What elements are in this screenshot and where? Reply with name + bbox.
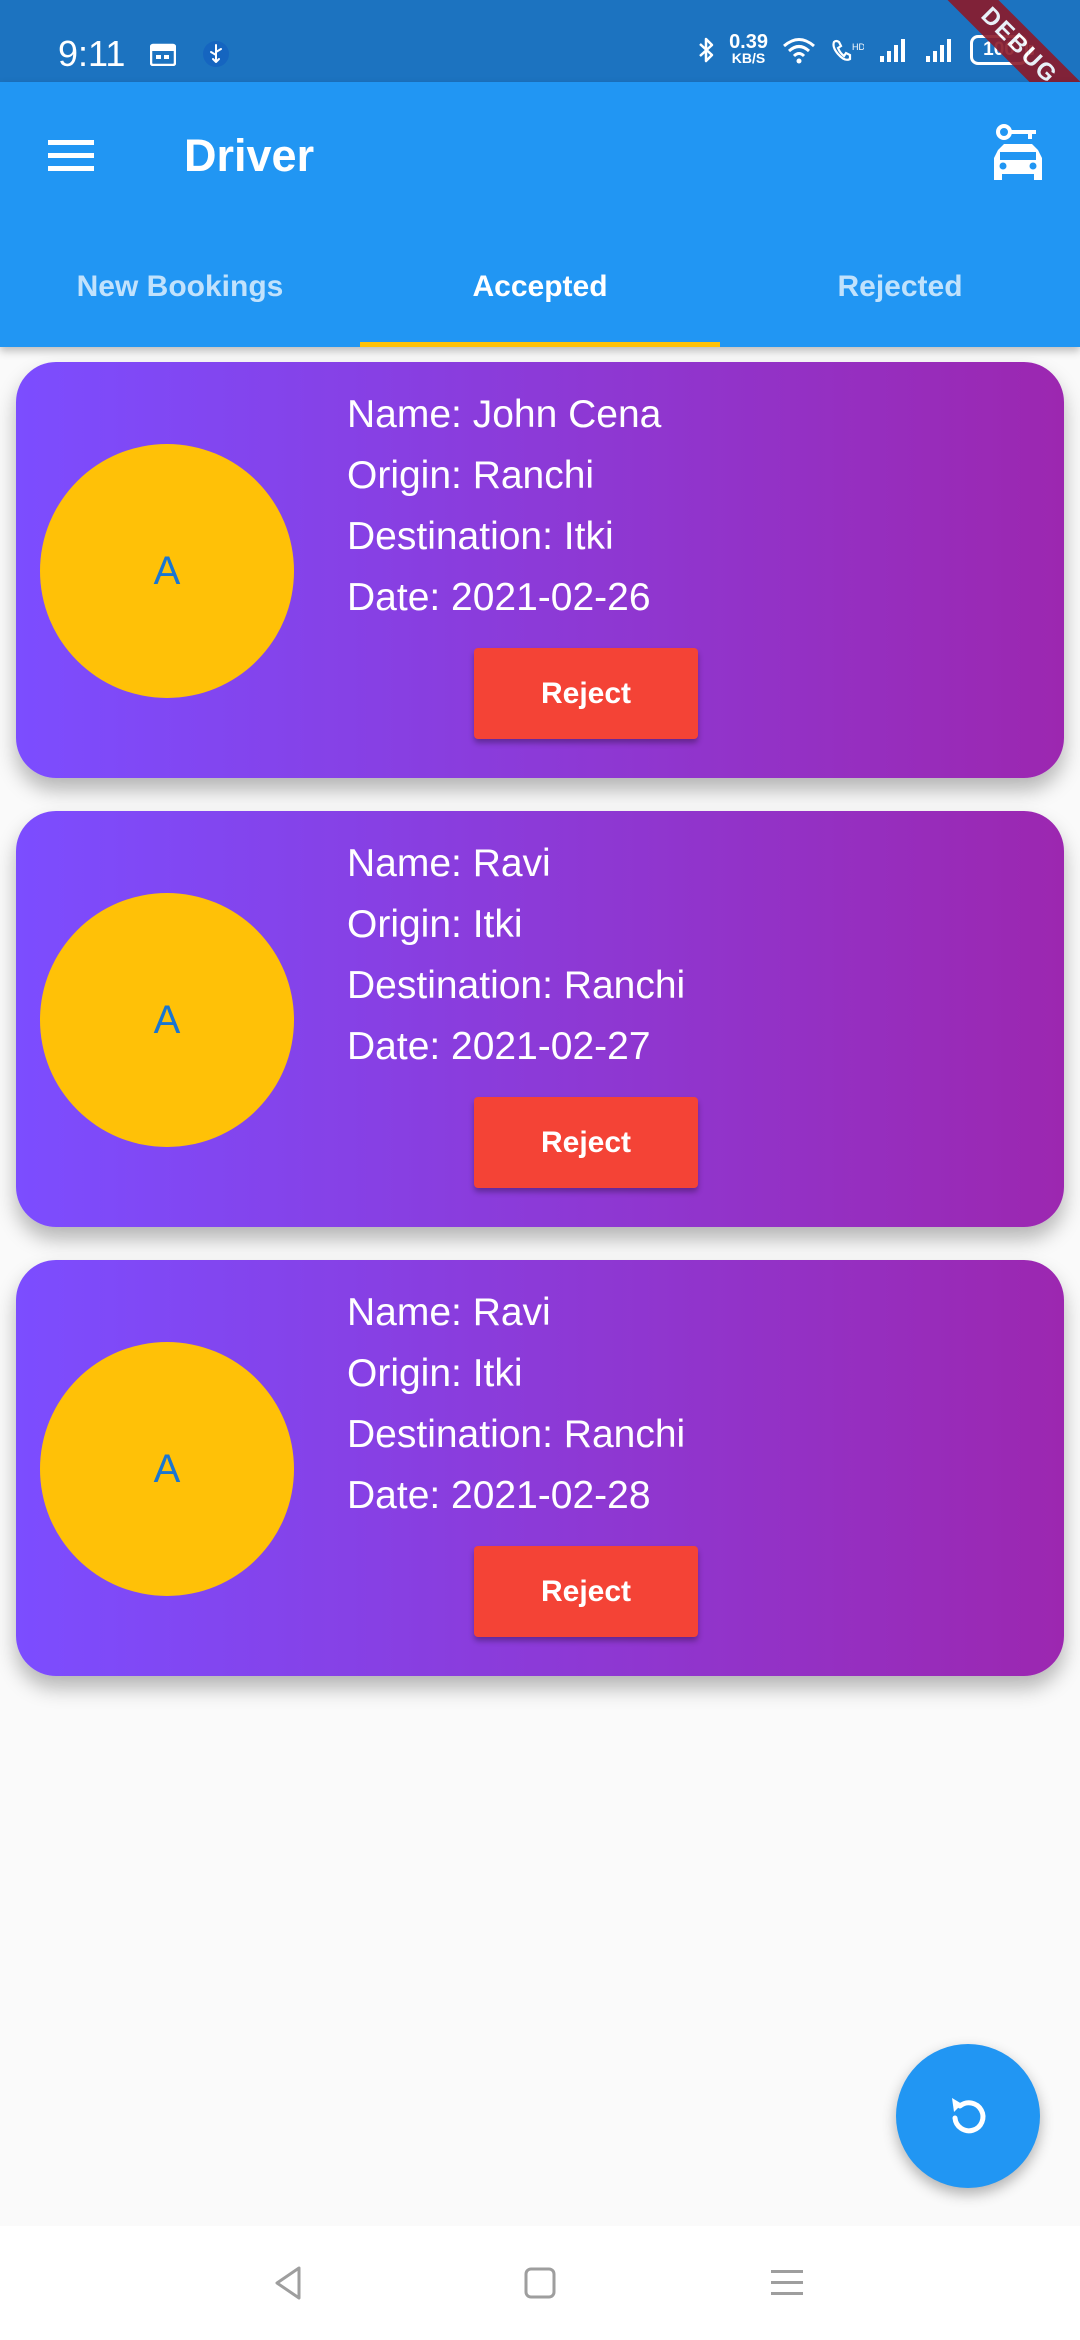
tab-accepted[interactable]: Accepted (360, 252, 720, 347)
car-icon[interactable] (986, 122, 1050, 188)
signal-icon (926, 39, 951, 62)
tab-label: New Bookings (76, 270, 284, 303)
booking-name: Name: John Cena (347, 393, 662, 436)
avatar: A (40, 1342, 294, 1596)
tab-label: Accepted (472, 270, 608, 303)
reject-button[interactable]: Reject (474, 648, 698, 739)
booking-card: A Name: Ravi Origin: Itki Destination: R… (16, 811, 1064, 1227)
booking-origin: Origin: Ranchi (347, 454, 595, 497)
status-left-icons (150, 40, 230, 68)
status-time: 9:11 (58, 33, 126, 74)
booking-date: Date: 2021-02-28 (347, 1474, 651, 1517)
booking-info: Name: Ravi Origin: Itki Destination: Ran… (347, 833, 685, 1077)
tab-rejected[interactable]: Rejected (720, 252, 1080, 347)
network-speed-value: 0.39 (729, 31, 768, 53)
reject-button[interactable]: Reject (474, 1546, 698, 1637)
calendar-icon (150, 43, 176, 66)
tab-indicator (360, 342, 720, 347)
booking-card: A Name: Ravi Origin: Itki Destination: R… (16, 1260, 1064, 1676)
page-title: Driver (184, 130, 315, 181)
tab-label: Rejected (837, 270, 963, 303)
tab-new-bookings[interactable]: New Bookings (0, 252, 360, 347)
usb-icon (203, 41, 229, 67)
status-right-icons: 0.39 KB/S HD 100 (697, 31, 1034, 66)
network-speed: 0.39 KB/S (729, 31, 768, 66)
avatar: A (40, 893, 294, 1147)
booking-date: Date: 2021-02-27 (347, 1025, 651, 1068)
hamburger-menu-icon[interactable] (40, 130, 102, 180)
booking-destination: Destination: Ranchi (347, 964, 686, 1007)
booking-destination: Destination: Ranchi (347, 1413, 686, 1456)
booking-destination: Destination: Itki (347, 515, 614, 558)
app-bar: Driver New Bookings Accepted Rejected (0, 82, 1080, 347)
booking-date: Date: 2021-02-26 (347, 576, 651, 619)
booking-info: Name: Ravi Origin: Itki Destination: Ran… (347, 1282, 685, 1526)
refresh-button[interactable] (896, 2044, 1040, 2188)
recents-icon[interactable] (762, 2258, 812, 2308)
network-speed-unit: KB/S (731, 50, 766, 66)
refresh-icon (952, 2098, 986, 2134)
avatar: A (40, 444, 294, 698)
booking-origin: Origin: Itki (347, 903, 523, 946)
back-icon[interactable] (265, 2258, 315, 2308)
volte-icon: HD (832, 39, 864, 61)
booking-origin: Origin: Itki (347, 1352, 523, 1395)
tab-bar: New Bookings Accepted Rejected (0, 252, 1080, 347)
reject-button[interactable]: Reject (474, 1097, 698, 1188)
wifi-icon (783, 38, 815, 64)
booking-info: Name: John Cena Origin: Ranchi Destinati… (347, 384, 661, 628)
svg-text:HD: HD (852, 42, 864, 52)
system-nav-bar (0, 2226, 1080, 2340)
home-icon[interactable] (515, 2258, 565, 2308)
signal-icon (880, 39, 905, 62)
status-bar: 9:11 0.39 KB/S HD 100 DEBUG (0, 0, 1080, 148)
booking-card: A Name: John Cena Origin: Ranchi Destina… (16, 362, 1064, 778)
bluetooth-icon (699, 37, 714, 63)
booking-name: Name: Ravi (347, 1291, 551, 1334)
booking-name: Name: Ravi (347, 842, 551, 885)
